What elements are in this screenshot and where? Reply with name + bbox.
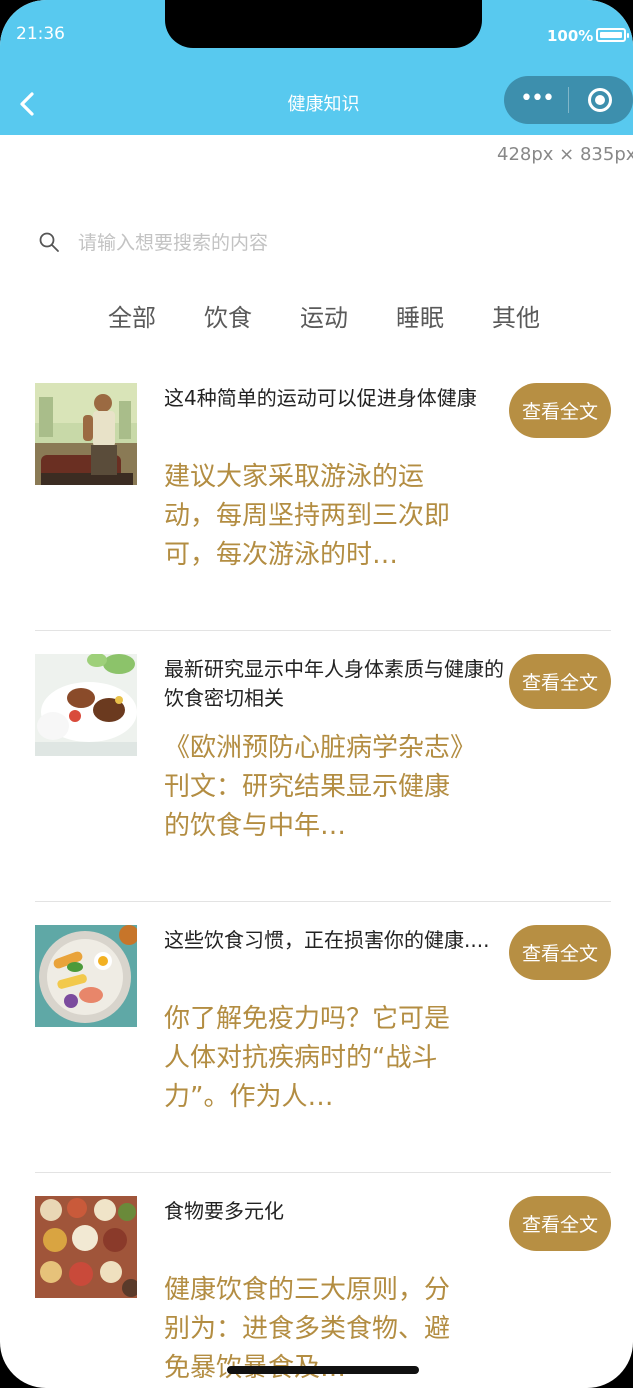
phone-screen: 21:36 100% 健康知识 ••• 428px × 835px 全部 饮食 … — [0, 0, 633, 1388]
article-title[interactable]: 这4种简单的运动可以促进身体健康 — [164, 384, 504, 413]
tab-all[interactable]: 全部 — [84, 298, 180, 338]
tab-sleep[interactable]: 睡眠 — [372, 298, 468, 338]
article-title[interactable]: 这些饮食习惯，正在损害你的健康.... — [164, 926, 504, 955]
search-icon — [39, 232, 59, 252]
mini-program-capsule: ••• — [504, 76, 633, 124]
tab-other[interactable]: 其他 — [468, 298, 564, 338]
tab-exercise[interactable]: 运动 — [276, 298, 372, 338]
top-bar: 21:36 100% 健康知识 ••• — [0, 0, 633, 135]
close-target-icon[interactable] — [588, 88, 612, 112]
view-full-button[interactable]: 查看全文 — [509, 925, 611, 980]
man-by-car-photo — [35, 383, 137, 485]
article-summary: 建议大家采取游泳的运动，每周坚持两到三次即可，每次游泳的时… — [164, 462, 451, 570]
home-indicator — [227, 1366, 419, 1374]
category-tabs: 全部 饮食 运动 睡眠 其他 — [84, 298, 564, 338]
device-notch — [165, 0, 482, 48]
article-summary: 你了解免疫力吗？它可是人体对抗疾病时的“战斗力”。作为人… — [164, 1004, 451, 1112]
search-input[interactable] — [78, 226, 598, 260]
article-item[interactable]: 最新研究显示中年人身体素质与健康的饮食密切相关 《欧洲预防心脏病学杂志》刊文：研… — [0, 631, 633, 902]
status-time: 21:36 — [16, 24, 65, 44]
view-full-button[interactable]: 查看全文 — [509, 654, 611, 709]
tab-diet[interactable]: 饮食 — [180, 298, 276, 338]
article-title[interactable]: 最新研究显示中年人身体素质与健康的饮食密切相关 — [164, 655, 504, 713]
many-dishes-photo — [35, 1196, 137, 1298]
article-item[interactable]: 食物要多元化 健康饮食的三大原则，分别为：进食多类食物、避免暴饮暴食及… 查看全… — [0, 1173, 633, 1388]
article-item[interactable]: 这些饮食习惯，正在损害你的健康.... 你了解免疫力吗？它可是人体对抗疾病时的“… — [0, 902, 633, 1173]
meal-plate-photo — [35, 654, 137, 756]
battery-icon — [596, 28, 629, 42]
article-summary: 《欧洲预防心脏病学杂志》刊文：研究结果显示健康的饮食与中年… — [164, 733, 464, 841]
more-icon[interactable]: ••• — [520, 88, 555, 110]
article-item[interactable]: 这4种简单的运动可以促进身体健康 建议大家采取游泳的运动，每周坚持两到三次即可，… — [0, 360, 633, 631]
article-list: 这4种简单的运动可以促进身体健康 建议大家采取游泳的运动，每周坚持两到三次即可，… — [0, 360, 633, 1388]
salad-bowl-photo — [35, 925, 137, 1027]
dimension-label: 428px × 835px — [497, 144, 633, 165]
view-full-button[interactable]: 查看全文 — [509, 383, 611, 438]
view-full-button[interactable]: 查看全文 — [509, 1196, 611, 1251]
capsule-divider — [568, 87, 569, 113]
article-title[interactable]: 食物要多元化 — [164, 1197, 504, 1226]
battery-percentage: 100% — [547, 27, 594, 45]
